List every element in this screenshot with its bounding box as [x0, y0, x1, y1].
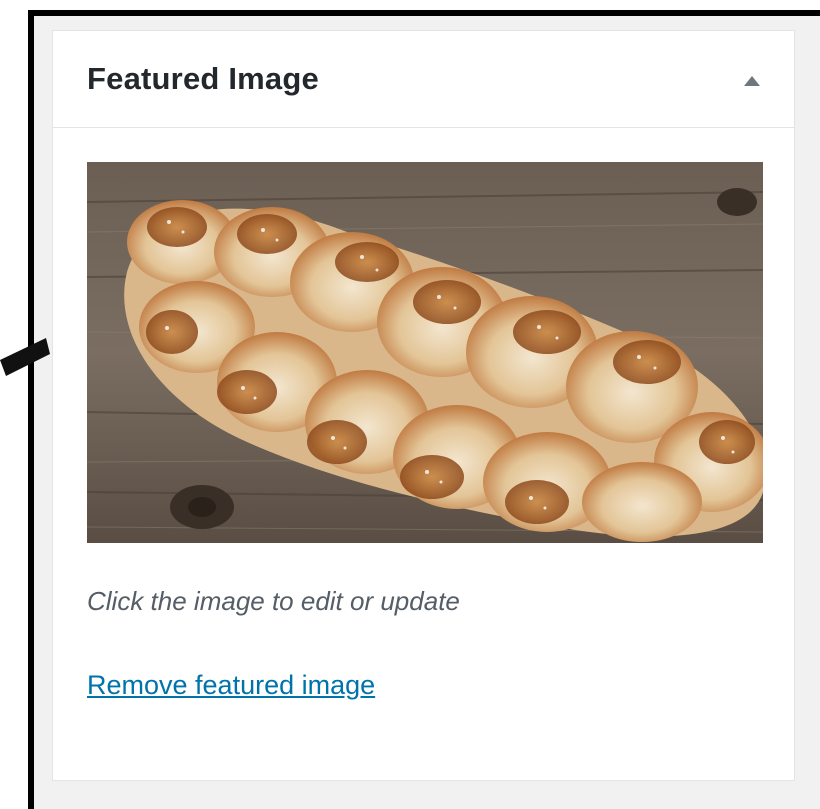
- annotation-arrow-icon: [0, 338, 50, 376]
- featured-image-postbox: Featured Image Click the image to edit o…: [52, 30, 795, 781]
- postbox-inside: Click the image to edit or update Remove…: [53, 127, 794, 780]
- toggle-panel-button[interactable]: [730, 59, 774, 103]
- featured-image-thumbnail: [87, 162, 763, 543]
- featured-image-link[interactable]: [87, 162, 763, 543]
- triangle-up-icon: [744, 76, 760, 86]
- edit-image-hint: Click the image to edit or update: [87, 586, 460, 616]
- postbox-title: Featured Image: [87, 61, 319, 96]
- remove-featured-image-link[interactable]: Remove featured image: [87, 670, 375, 701]
- postbox-header: Featured Image: [53, 31, 794, 128]
